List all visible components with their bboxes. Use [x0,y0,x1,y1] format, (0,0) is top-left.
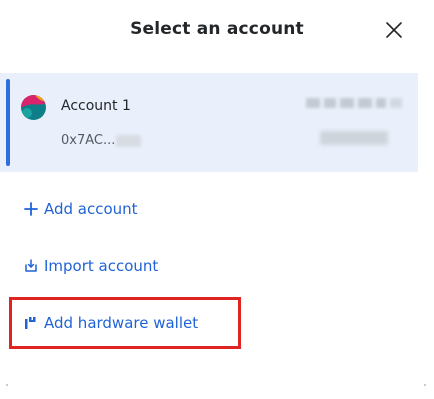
account-select-modal: Select an account Account 1 0x7AC... Add… [0,0,434,399]
modal-header: Select an account [0,0,434,64]
fiat-balance-redacted [320,131,388,145]
plus-icon [24,202,38,216]
jazzicon-avatar-icon [21,95,46,120]
account-name: Account 1 [61,98,131,114]
modal-title: Select an account [130,19,304,39]
highlight-annotation [9,297,241,349]
account-address: 0x7AC... [61,133,142,148]
balance-redacted [306,95,402,111]
account-avatar [21,95,46,120]
import-account-label: Import account [44,257,159,275]
import-account-button[interactable]: Import account [24,257,158,275]
account-address-text: 0x7AC... [61,133,116,148]
account-list-item[interactable]: Account 1 0x7AC... [0,73,418,172]
add-account-label: Add account [44,200,138,218]
import-icon [24,259,38,273]
selected-indicator [6,79,10,166]
corner-mark [6,384,8,386]
close-button[interactable] [381,17,407,43]
close-icon [386,22,402,38]
address-redacted [116,134,142,147]
add-account-button[interactable]: Add account [24,200,138,218]
corner-mark [424,384,426,386]
